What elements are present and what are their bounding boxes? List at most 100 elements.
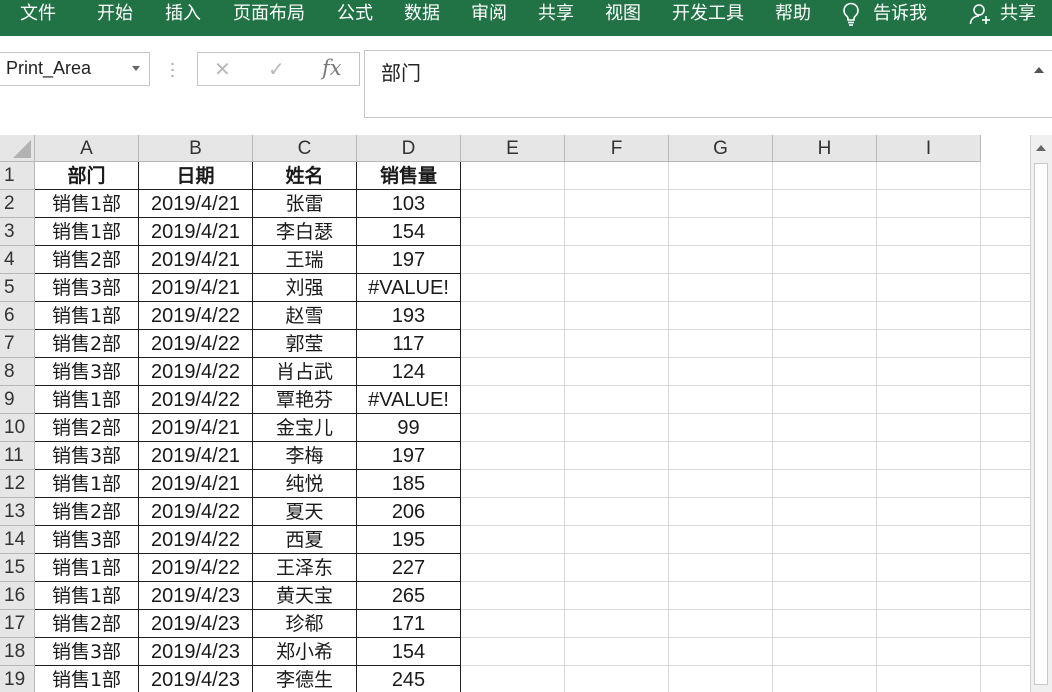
lightbulb-icon[interactable] [841,2,861,26]
table-cell[interactable]: 肖占武 [253,358,357,386]
table-cell[interactable]: 2019/4/23 [139,666,253,692]
table-cell[interactable]: 刘强 [253,274,357,302]
row-header-4[interactable]: 5 [0,274,35,302]
column-header-8[interactable]: I [877,135,981,162]
table-cell[interactable]: 赵雪 [253,302,357,330]
column-header-0[interactable]: A [35,135,139,162]
column-header-3[interactable]: D [357,135,461,162]
table-cell[interactable]: 销售3部 [35,358,139,386]
table-cell[interactable]: 206 [357,498,461,526]
name-box-value[interactable]: Print_Area [6,58,91,79]
vertical-scrollbar[interactable] [1030,135,1052,692]
table-cell[interactable]: 171 [357,610,461,638]
worksheet-grid[interactable]: ABCDEFGHI 1 2 3 4 5 6 7 8 9 10 11 12 13 14 15 16 17 18 19 … [0,135,1030,692]
table-cell[interactable]: 2019/4/21 [139,190,253,218]
table-cell[interactable]: 117 [357,330,461,358]
table-cell[interactable]: 197 [357,246,461,274]
table-cell[interactable]: 销售1部 [35,386,139,414]
table-cell[interactable]: 销售1部 [35,470,139,498]
table-header-cell[interactable]: 销售量 [357,162,461,190]
table-cell[interactable]: 2019/4/22 [139,358,253,386]
person-add-icon[interactable] [969,2,993,26]
table-cell[interactable]: 销售1部 [35,302,139,330]
table-cell[interactable]: 销售1部 [35,666,139,692]
table-cell[interactable]: 103 [357,190,461,218]
column-header-1[interactable]: B [139,135,253,162]
row-header-5[interactable]: 6 [0,302,35,330]
row-header-18[interactable]: 19 [0,666,35,692]
table-header-cell[interactable]: 姓名 [253,162,357,190]
table-cell[interactable]: 李白瑟 [253,218,357,246]
table-cell[interactable]: 销售1部 [35,218,139,246]
table-cell[interactable]: 纯悦 [253,470,357,498]
table-cell[interactable]: 销售3部 [35,442,139,470]
table-cell[interactable]: #VALUE! [357,386,461,414]
check-icon[interactable]: ✓ [268,57,285,81]
tab-data[interactable]: 数据 [404,0,440,28]
table-cell[interactable]: 195 [357,526,461,554]
table-cell[interactable]: 2019/4/22 [139,498,253,526]
row-header-1[interactable]: 2 [0,190,35,218]
table-cell[interactable]: 销售2部 [35,330,139,358]
table-cell[interactable]: 珍郗 [253,610,357,638]
tab-home[interactable]: 开始 [97,0,133,28]
table-cell[interactable]: 销售2部 [35,246,139,274]
row-header-13[interactable]: 14 [0,526,35,554]
row-header-0[interactable]: 1 [0,162,35,190]
table-cell[interactable]: 销售3部 [35,526,139,554]
table-cell[interactable]: 2019/4/22 [139,330,253,358]
table-cell[interactable]: 郭莹 [253,330,357,358]
table-cell[interactable]: 124 [357,358,461,386]
scroll-up-icon[interactable] [1036,145,1046,151]
table-cell[interactable]: 2019/4/21 [139,442,253,470]
tab-review[interactable]: 审阅 [471,0,507,28]
row-header-12[interactable]: 13 [0,498,35,526]
row-header-17[interactable]: 18 [0,638,35,666]
table-cell[interactable]: 227 [357,554,461,582]
tab-formulas[interactable]: 公式 [337,0,373,28]
table-cell[interactable]: 2019/4/22 [139,526,253,554]
tab-share[interactable]: 共享 [538,0,574,28]
share-button[interactable]: 共享 [1000,0,1036,28]
drag-handle-icon[interactable] [171,61,174,79]
table-cell[interactable]: 销售2部 [35,498,139,526]
row-header-11[interactable]: 12 [0,470,35,498]
table-cell[interactable]: 销售1部 [35,582,139,610]
column-header-2[interactable]: C [253,135,357,162]
table-cell[interactable]: 金宝儿 [253,414,357,442]
table-cell[interactable]: 99 [357,414,461,442]
table-cell[interactable]: 销售2部 [35,610,139,638]
row-header-3[interactable]: 4 [0,246,35,274]
column-header-6[interactable]: G [669,135,773,162]
table-cell[interactable]: 245 [357,666,461,692]
chevron-up-icon[interactable] [1034,67,1044,73]
column-header-7[interactable]: H [773,135,877,162]
tab-page-layout[interactable]: 页面布局 [233,0,305,28]
table-cell[interactable]: 193 [357,302,461,330]
table-cell[interactable]: 李德生 [253,666,357,692]
tell-me-box[interactable]: 告诉我 [873,0,927,28]
row-header-10[interactable]: 11 [0,442,35,470]
table-cell[interactable]: 销售3部 [35,638,139,666]
column-header-5[interactable]: F [565,135,669,162]
scrollbar-thumb[interactable] [1034,163,1048,685]
tab-developer[interactable]: 开发工具 [672,0,744,28]
column-header-4[interactable]: E [461,135,565,162]
chevron-down-icon[interactable] [132,66,140,71]
formula-input[interactable]: 部门 [364,50,1052,118]
table-cell[interactable]: 2019/4/23 [139,610,253,638]
table-cell[interactable]: 154 [357,218,461,246]
formula-value[interactable]: 部门 [381,57,421,86]
row-header-7[interactable]: 8 [0,358,35,386]
row-header-2[interactable]: 3 [0,218,35,246]
name-box[interactable]: Print_Area [0,52,150,86]
table-cell[interactable]: 王瑞 [253,246,357,274]
table-cell[interactable]: 2019/4/21 [139,218,253,246]
table-cell[interactable]: 覃艳芬 [253,386,357,414]
table-header-cell[interactable]: 部门 [35,162,139,190]
tab-file[interactable]: 文件 [20,0,56,28]
select-all-button[interactable] [0,135,35,162]
table-cell[interactable]: 张雷 [253,190,357,218]
insert-function-button[interactable]: fx [322,56,342,80]
table-cell[interactable]: 265 [357,582,461,610]
